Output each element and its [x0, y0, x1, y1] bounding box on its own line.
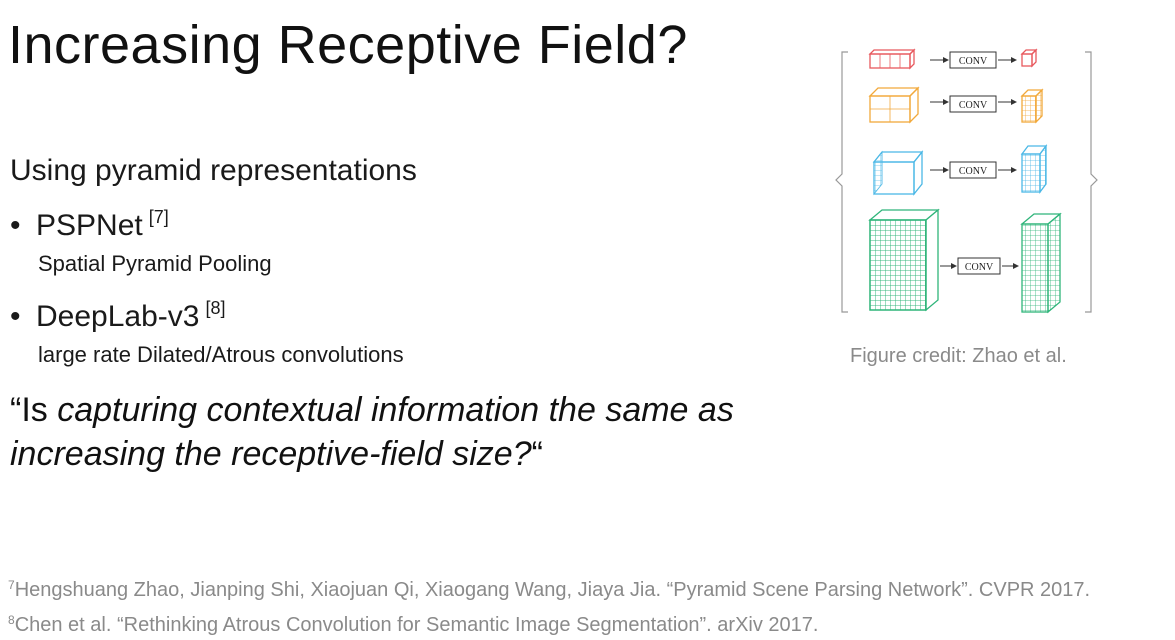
quote-open: “Is — [10, 391, 58, 429]
quote-close: “ — [531, 435, 543, 473]
reference-number: 7 — [8, 578, 15, 592]
bullet-deeplab: • DeepLab-v3 [8] — [10, 298, 225, 334]
citation-ref: [8] — [205, 298, 226, 318]
blue-input-block — [872, 150, 924, 196]
citation-ref: [7] — [148, 207, 169, 227]
bullet-label: PSPNet — [36, 209, 143, 242]
bullet-pspnet: • PSPNet [7] — [10, 207, 169, 243]
figure-caption: Figure credit: Zhao et al. — [850, 345, 1067, 367]
reference-number: 8 — [8, 613, 15, 627]
right-bracket — [1085, 51, 1098, 313]
conv-label-2: CONV — [959, 100, 988, 111]
reference-7: 7Hengshuang Zhao, Jianping Shi, Xiaojuan… — [8, 570, 1090, 605]
conv-label-1: CONV — [959, 56, 988, 67]
blue-output-block — [1020, 144, 1048, 194]
bullet-detail-pspnet: Spatial Pyramid Pooling — [38, 251, 272, 276]
reference-text: Hengshuang Zhao, Jianping Shi, Xiaojuan … — [14, 579, 1091, 601]
subtitle: Using pyramid representations — [10, 154, 417, 187]
slide-title: Increasing Receptive Field? — [8, 15, 688, 75]
references: 7Hengshuang Zhao, Jianping Shi, Xiaojuan… — [8, 570, 1090, 640]
left-bracket — [835, 51, 848, 313]
orange-output-block — [1020, 88, 1044, 124]
quote-line2: increasing the receptive-field size? — [10, 435, 532, 473]
conv-label-4: CONV — [965, 262, 994, 273]
green-input-block — [868, 208, 940, 312]
quote-line1: capturing contextual information the sam… — [57, 391, 734, 429]
conv-label-3: CONV — [959, 166, 988, 177]
bullet-detail-deeplab: large rate Dilated/Atrous convolutions — [38, 342, 404, 367]
quote: “Is capturing contextual information the… — [10, 388, 734, 476]
bullet-dot: • — [10, 300, 21, 333]
reference-text: Chen et al. “Rethinking Atrous Convoluti… — [14, 614, 819, 636]
reference-8: 8Chen et al. “Rethinking Atrous Convolut… — [8, 605, 1090, 640]
red-output-block — [1020, 48, 1038, 68]
bullet-label: DeepLab-v3 — [36, 300, 200, 333]
pyramid-pooling-figure: CONV CONV CONV CONV — [835, 48, 1098, 314]
red-input-block — [868, 48, 916, 70]
bullet-dot: • — [10, 209, 21, 242]
orange-input-block — [868, 86, 920, 124]
green-output-block — [1020, 212, 1062, 314]
